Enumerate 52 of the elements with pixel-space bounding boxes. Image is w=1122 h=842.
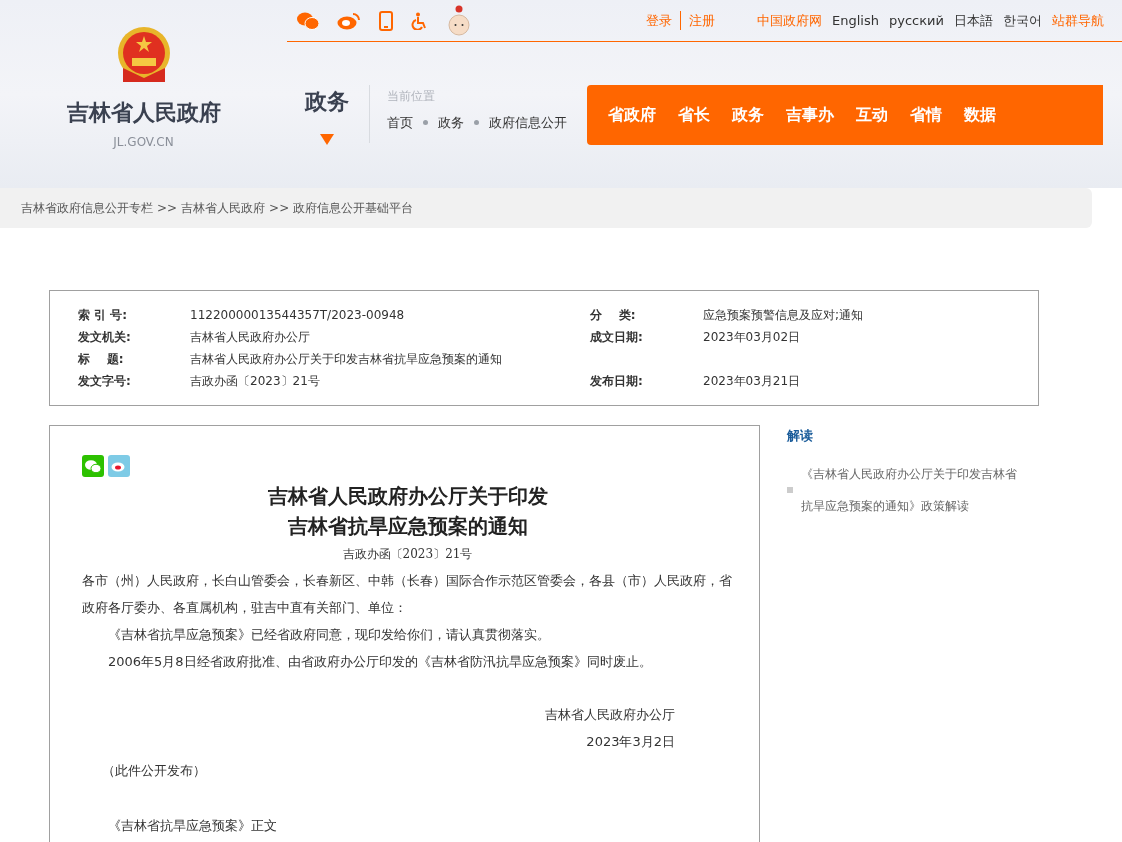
section-title: 政务 [305, 88, 349, 116]
meta-value: 吉政办函〔2023〕21号 [190, 373, 321, 390]
meta-value: 2023年03月21日 [703, 373, 801, 390]
body-paragraph: 《吉林省抗旱应急预案》已经省政府同意，现印发给你们，请认真贯彻落实。 [107, 626, 551, 644]
location-link[interactable]: 政府信息公开 [489, 113, 567, 133]
top-link[interactable]: 한국어 [1003, 10, 1042, 31]
location-link[interactable]: 政务 [438, 113, 464, 133]
site-name[interactable]: 吉林省人民政府 [66, 96, 221, 129]
breadcrumb-link[interactable]: >> [157, 199, 178, 217]
publication-note: （此件公开发布） [101, 762, 207, 780]
bullet-icon [423, 120, 428, 126]
article-title: 吉林省人民政府办公厅关于印发 [267, 483, 548, 510]
mascot-icon[interactable] [447, 4, 471, 37]
breadcrumb-link[interactable]: >> [269, 199, 290, 217]
meta-label: 索 引 号: [78, 307, 129, 324]
bullet-icon [787, 486, 793, 493]
meta-value: 2023年03月02日 [703, 329, 801, 346]
accessibility-icon[interactable] [411, 11, 429, 30]
body-paragraph: 2006年5月8日经省政府批准、由省政府办公厅印发的《吉林省防汛抗旱应急预案》同时废止。 [107, 653, 653, 671]
signer: 吉林省人民政府办公厅 [545, 706, 675, 724]
weibo-share-icon[interactable] [108, 455, 130, 477]
meta-label: 标 题: [78, 351, 125, 368]
breadcrumb-link[interactable]: 吉林省政府信息公开专栏 [21, 199, 153, 217]
breadcrumb-link[interactable]: 政府信息公开基础平台 [293, 199, 414, 217]
bullet-icon [474, 120, 479, 126]
top-link[interactable]: русский [889, 10, 944, 31]
meta-label: 成文日期: [590, 329, 644, 346]
attachment-link[interactable]: 《吉林省抗旱应急预案》正文 [82, 812, 733, 839]
meta-value: 吉林省人民政府办公厅 [190, 329, 311, 346]
wechat-share-icon[interactable] [82, 455, 104, 477]
breadcrumb-link[interactable]: 吉林省人民政府 [181, 199, 266, 217]
site-domain: JL.GOV.CN [113, 134, 174, 151]
top-link[interactable]: English [832, 10, 879, 31]
triangle-marker-icon [320, 134, 334, 145]
document-number: 吉政办函〔2023〕21号 [341, 546, 474, 563]
meta-label: 发文字号: [78, 373, 132, 390]
top-link[interactable]: 日本語 [954, 10, 993, 31]
meta-value: 应急预案预警信息及应对;通知 [703, 307, 864, 324]
meta-value: 11220000013544357T/2023-00948 [190, 307, 406, 324]
location-link[interactable]: 首页 [387, 113, 413, 133]
meta-label: 发布日期: [590, 373, 644, 390]
meta-value: 吉林省人民政府办公厅关于印发吉林省抗旱应急预案的通知 [190, 351, 503, 368]
article-title: 吉林省抗旱应急预案的通知 [287, 513, 528, 540]
mobile-icon[interactable] [379, 10, 393, 31]
sidebar-link[interactable]: 《吉林省人民政府办公厅关于印发吉林省抗旱应急预案的通知》政策解读 [801, 457, 1026, 522]
weibo-icon[interactable] [337, 11, 361, 30]
addressee-paragraph: 各市（州）人民政府，长白山管委会，长春新区、中韩（长春）国际合作示范区管委会，各县（市）人民政府，省政府各厅委办、各直属机构，驻吉中直有关部门、单位： [82, 572, 733, 617]
signing-date: 2023年3月2日 [586, 733, 675, 751]
chat-icon[interactable] [297, 11, 319, 30]
meta-label: 分 类: [590, 307, 637, 324]
sidebar-title: 解读 [787, 427, 814, 445]
meta-label: 发文机关: [78, 329, 132, 346]
